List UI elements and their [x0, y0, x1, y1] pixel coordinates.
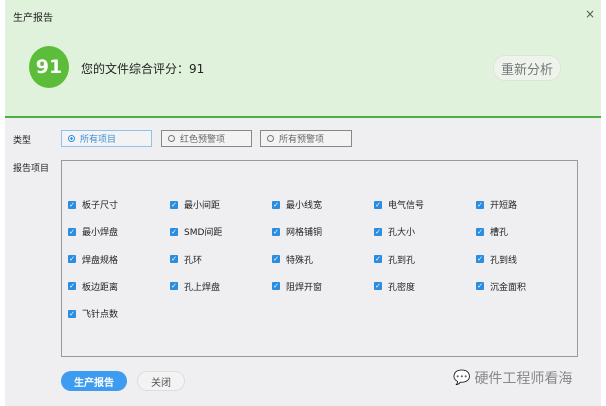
generate-report-button[interactable]: 生产报告: [61, 371, 127, 391]
checkbox-label: SMD间距: [184, 228, 223, 239]
checkbox-checked-icon: ✓: [476, 227, 484, 236]
checkbox-label: 网格铺铜: [286, 228, 323, 239]
checkbox-label: 板边距离: [82, 282, 119, 293]
checkbox-label: 孔上焊盘: [184, 282, 221, 293]
report-item-checkbox[interactable]: ✓ 开短路: [476, 198, 517, 211]
checkbox-checked-icon: ✓: [68, 309, 76, 318]
checkbox-label: 最小焊盘: [82, 228, 119, 239]
checkbox-checked-icon: ✓: [68, 200, 76, 209]
radio-icon: [168, 135, 175, 142]
checkbox-checked-icon: ✓: [170, 227, 178, 236]
checkbox-checked-icon: ✓: [68, 255, 76, 264]
checkbox-checked-icon: ✓: [170, 255, 178, 264]
radio-red-warnings[interactable]: 红色预警项: [161, 130, 252, 147]
production-report-dialog: 生产报告 × 91 您的文件综合评分：91 重新分析 类型 所有项目 红色预警项…: [5, 0, 601, 406]
watermark: 💬 硬件工程师看海: [453, 368, 572, 388]
checkbox-checked-icon: ✓: [476, 282, 484, 291]
close-button[interactable]: 关闭: [137, 371, 185, 391]
type-label: 类型: [13, 136, 32, 146]
checkbox-checked-icon: ✓: [272, 200, 280, 209]
radio-label: 所有预警项: [279, 135, 325, 145]
checkbox-label: 焊盘规格: [82, 255, 119, 266]
report-items-label: 报告项目: [13, 164, 50, 174]
checkbox-label: 板子尺寸: [82, 201, 119, 211]
checkbox-checked-icon: ✓: [374, 227, 382, 236]
checkbox-checked-icon: ✓: [374, 255, 382, 264]
radio-icon: [68, 135, 75, 142]
radio-all-warnings[interactable]: 所有预警项: [260, 130, 352, 147]
report-item-checkbox[interactable]: ✓ 电气信号: [374, 198, 424, 211]
report-item-checkbox[interactable]: ✓ 飞针点数: [68, 307, 118, 320]
report-item-checkbox[interactable]: ✓ 最小线宽: [272, 198, 322, 211]
report-item-checkbox[interactable]: ✓ 孔上焊盘: [170, 280, 220, 293]
radio-label: 所有项目: [80, 135, 117, 145]
checkbox-label: 孔密度: [388, 282, 416, 293]
radio-all-items[interactable]: 所有项目: [61, 130, 152, 147]
dialog-title: 生产报告: [13, 13, 53, 24]
report-item-checkbox[interactable]: ✓ 槽孔: [476, 225, 508, 238]
report-item-checkbox[interactable]: ✓ 孔密度: [374, 280, 415, 293]
report-item-checkbox[interactable]: ✓ 最小焊盘: [68, 225, 118, 238]
report-item-checkbox[interactable]: ✓ 板边距离: [68, 280, 118, 293]
report-item-checkbox[interactable]: ✓ 焊盘规格: [68, 253, 118, 266]
checkbox-label: 特殊孔: [286, 255, 314, 266]
checkbox-checked-icon: ✓: [272, 227, 280, 236]
checkbox-label: 孔到线: [490, 255, 518, 266]
checkbox-checked-icon: ✓: [272, 255, 280, 264]
checkbox-label: 电气信号: [388, 201, 425, 211]
report-item-checkbox[interactable]: ✓ 孔到线: [476, 253, 517, 266]
checkbox-checked-icon: ✓: [68, 282, 76, 291]
checkbox-checked-icon: ✓: [272, 282, 280, 291]
checkbox-label: 阻焊开窗: [286, 282, 323, 293]
checkbox-label: 飞针点数: [82, 310, 119, 321]
checkbox-checked-icon: ✓: [476, 200, 484, 209]
score-text: 您的文件综合评分：91: [81, 62, 205, 76]
wechat-icon: 💬: [453, 370, 471, 386]
report-item-checkbox[interactable]: ✓ SMD间距: [170, 225, 222, 238]
checkbox-label: 槽孔: [490, 228, 509, 239]
checkbox-checked-icon: ✓: [170, 282, 178, 291]
report-item-checkbox[interactable]: ✓ 网格铺铜: [272, 225, 322, 238]
checkbox-label: 开短路: [490, 201, 518, 211]
score-badge: 91: [29, 46, 69, 88]
score-header: 生产报告 × 91 您的文件综合评分：91 重新分析: [5, 0, 601, 118]
watermark-text: 硬件工程师看海: [474, 371, 573, 387]
checkbox-checked-icon: ✓: [170, 200, 178, 209]
reanalyze-button[interactable]: 重新分析: [493, 55, 561, 81]
checkbox-label: 最小线宽: [286, 201, 323, 211]
radio-icon: [267, 135, 274, 142]
report-item-checkbox[interactable]: ✓ 孔环: [170, 253, 202, 266]
checkbox-label: 沉金面积: [490, 282, 527, 293]
radio-label: 红色预警项: [180, 135, 226, 145]
checkbox-checked-icon: ✓: [68, 227, 76, 236]
checkbox-label: 最小间距: [184, 201, 221, 211]
close-icon[interactable]: ×: [585, 7, 595, 21]
report-item-checkbox[interactable]: ✓ 沉金面积: [476, 280, 526, 293]
checkbox-checked-icon: ✓: [374, 200, 382, 209]
report-item-checkbox[interactable]: ✓ 板子尺寸: [68, 198, 118, 211]
report-item-checkbox[interactable]: ✓ 孔到孔: [374, 253, 415, 266]
checkbox-label: 孔大小: [388, 228, 416, 239]
checkbox-label: 孔环: [184, 255, 203, 266]
checkbox-checked-icon: ✓: [476, 255, 484, 264]
checkbox-label: 孔到孔: [388, 255, 416, 266]
report-item-checkbox[interactable]: ✓ 最小间距: [170, 198, 220, 211]
report-item-checkbox[interactable]: ✓ 阻焊开窗: [272, 280, 322, 293]
report-item-checkbox[interactable]: ✓ 特殊孔: [272, 253, 313, 266]
report-item-checkbox[interactable]: ✓ 孔大小: [374, 225, 415, 238]
checkbox-checked-icon: ✓: [374, 282, 382, 291]
